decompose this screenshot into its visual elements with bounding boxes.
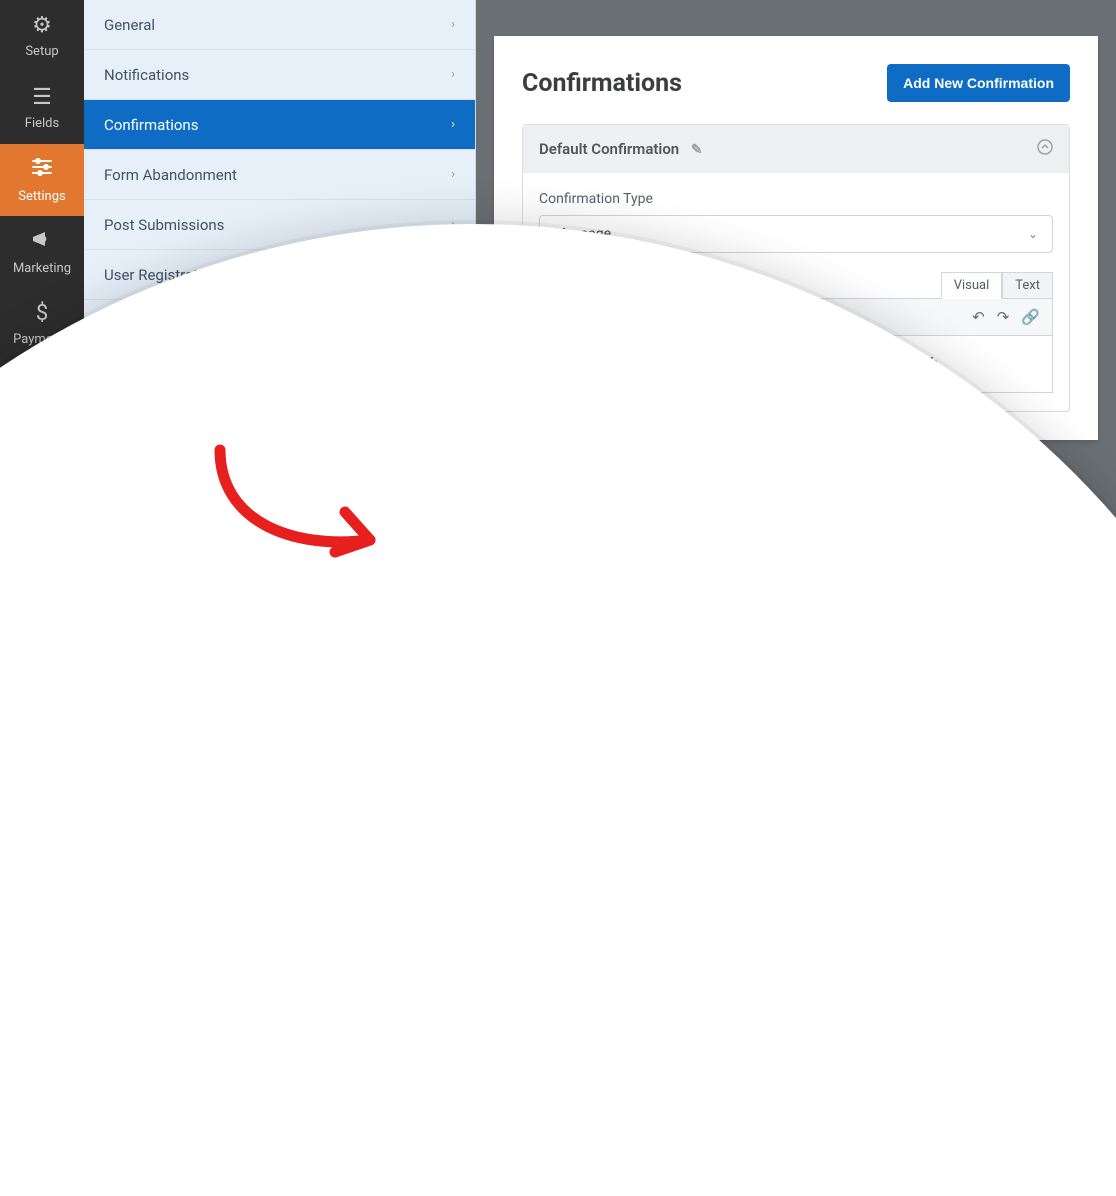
nav-marketing[interactable]: Marketing [0, 216, 84, 288]
pencil-icon[interactable]: ✎ [691, 142, 703, 158]
link-button[interactable]: 🔗 [1021, 308, 1040, 326]
nav-setup-label: Setup [25, 44, 58, 59]
page-title: Confirmations [522, 69, 682, 98]
collapse-icon[interactable] [1037, 139, 1053, 159]
tab-visual[interactable]: Visual [941, 272, 1003, 299]
dollar-icon: $ [36, 301, 48, 326]
tab-text[interactable]: Text [1002, 272, 1053, 299]
panel-title-wrap: Default Confirmation ✎ [539, 140, 703, 158]
submenu-confirmations[interactable]: Confirmations › [84, 100, 475, 150]
nav-fields[interactable]: ☰ Fields [0, 72, 84, 144]
undo-button[interactable]: ↶ [972, 308, 985, 326]
editor-tabs: Visual Text [941, 271, 1053, 298]
nav-settings-label: Settings [18, 189, 65, 204]
panel-header[interactable]: Default Confirmation ✎ [523, 125, 1069, 173]
chevron-right-icon: › [451, 167, 455, 182]
submenu-general[interactable]: General › [84, 0, 475, 50]
nav-fields-label: Fields [25, 116, 59, 131]
magnify-overlay [0, 224, 1116, 1196]
panel-title: Default Confirmation [539, 140, 679, 158]
confirmation-type-label: Confirmation Type [539, 191, 1053, 207]
chevron-right-icon: › [451, 117, 455, 132]
chevron-right-icon: › [451, 17, 455, 32]
chevron-right-icon: › [451, 67, 455, 82]
submenu-label: Form Abandonment [104, 166, 237, 184]
card-header: Confirmations Add New Confirmation [522, 64, 1070, 102]
submenu-label: Notifications [104, 66, 189, 84]
bullhorn-icon [31, 229, 53, 255]
submenu-form-abandonment[interactable]: Form Abandonment › [84, 150, 475, 200]
add-new-confirmation-button[interactable]: Add New Confirmation [887, 64, 1070, 102]
sliders-icon [31, 157, 53, 183]
nav-marketing-label: Marketing [13, 261, 71, 276]
list-icon: ☰ [32, 85, 52, 110]
gear-icon: ⚙ [32, 13, 52, 38]
redo-button[interactable]: ↷ [997, 308, 1010, 326]
submenu-label: General [104, 16, 155, 34]
nav-setup[interactable]: ⚙ Setup [0, 0, 84, 72]
nav-settings[interactable]: Settings [0, 144, 84, 216]
submenu-notifications[interactable]: Notifications › [84, 50, 475, 100]
submenu-label: Post Submissions [104, 216, 224, 234]
submenu-label: Confirmations [104, 116, 198, 134]
chevron-down-icon: ⌄ [1028, 227, 1038, 241]
